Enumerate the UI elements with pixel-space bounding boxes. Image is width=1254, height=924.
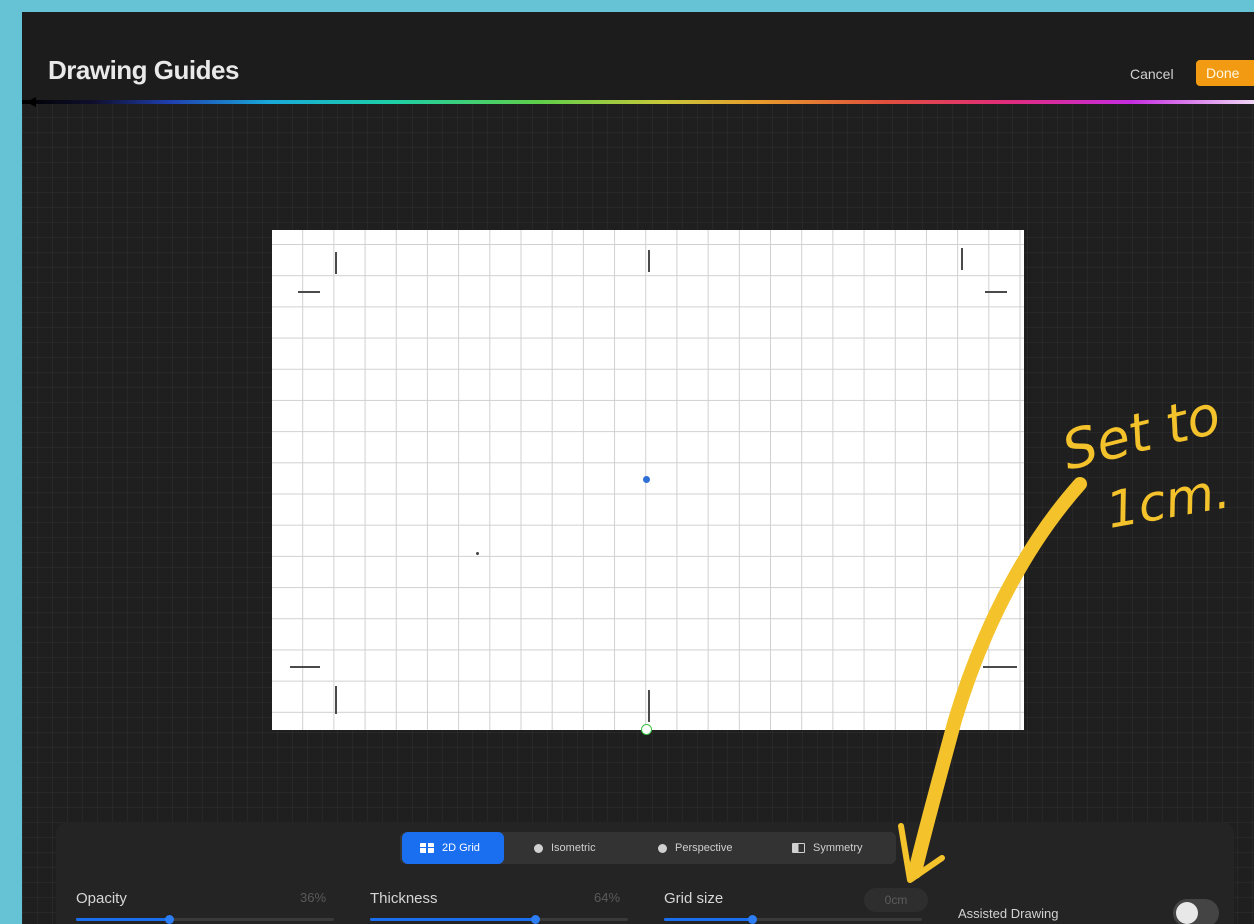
grid-size-slider-knob[interactable]: [747, 915, 757, 924]
crop-mark: [335, 252, 337, 274]
tab-label: Perspective: [675, 842, 733, 854]
grid-center-handle[interactable]: [643, 476, 650, 483]
rotation-handle[interactable]: [641, 724, 652, 735]
opacity-slider-fill: [76, 918, 169, 921]
thickness-label: Thickness: [370, 890, 438, 907]
tab-perspective[interactable]: Perspective: [658, 832, 778, 864]
crop-mark: [290, 666, 320, 668]
grid-size-slider-fill: [664, 918, 752, 921]
symmetry-icon: [792, 843, 805, 854]
opacity-label: Opacity: [76, 890, 127, 907]
top-bar: Drawing Guides Cancel Done: [22, 12, 1254, 100]
grid-size-slider[interactable]: [664, 915, 922, 924]
drawing-guides-screen: Drawing Guides Cancel Done 2D Grid Isome…: [22, 12, 1254, 924]
perspective-icon: [658, 843, 667, 853]
crop-mark: [983, 666, 1017, 668]
cancel-button[interactable]: Cancel: [1130, 66, 1174, 82]
grid-size-label: Grid size: [664, 890, 724, 907]
crop-mark: [961, 248, 963, 270]
done-button[interactable]: Done: [1196, 60, 1254, 86]
toggle-knob: [1176, 902, 1198, 924]
grid-icon: [420, 843, 434, 854]
tab-label: Symmetry: [813, 842, 863, 854]
thickness-value: 64%: [594, 890, 621, 905]
guide-color-slider[interactable]: [22, 100, 1254, 104]
opacity-value: 36%: [300, 890, 327, 905]
crop-mark: [335, 686, 337, 714]
grid-size-field[interactable]: 0cm: [864, 888, 928, 912]
thickness-slider[interactable]: [370, 915, 628, 924]
opacity-slider-knob[interactable]: [164, 915, 174, 924]
crop-mark: [648, 690, 650, 722]
tab-label: Isometric: [551, 842, 596, 854]
color-slider-handle[interactable]: [26, 97, 36, 107]
canvas-preview[interactable]: [272, 230, 1024, 735]
assisted-drawing-toggle[interactable]: [1173, 899, 1219, 924]
opacity-slider[interactable]: [76, 915, 334, 924]
tab-symmetry[interactable]: Symmetry: [792, 832, 896, 864]
guide-mode-tabs: 2D Grid Isometric Perspective Symmetry: [400, 832, 896, 864]
tab-2d-grid[interactable]: 2D Grid: [402, 832, 504, 864]
guide-options-panel: 2D Grid Isometric Perspective Symmetry O…: [56, 822, 1234, 924]
canvas-speck: [476, 552, 479, 555]
page-title: Drawing Guides: [48, 55, 239, 85]
thickness-slider-knob[interactable]: [531, 915, 541, 924]
assisted-drawing-label: Assisted Drawing: [958, 906, 1059, 921]
isometric-icon: [534, 843, 543, 853]
crop-mark: [648, 250, 650, 272]
thickness-slider-fill: [370, 918, 536, 921]
crop-mark: [985, 291, 1007, 293]
tab-label: 2D Grid: [442, 842, 480, 854]
crop-mark: [298, 291, 320, 293]
tab-isometric[interactable]: Isometric: [534, 832, 634, 864]
